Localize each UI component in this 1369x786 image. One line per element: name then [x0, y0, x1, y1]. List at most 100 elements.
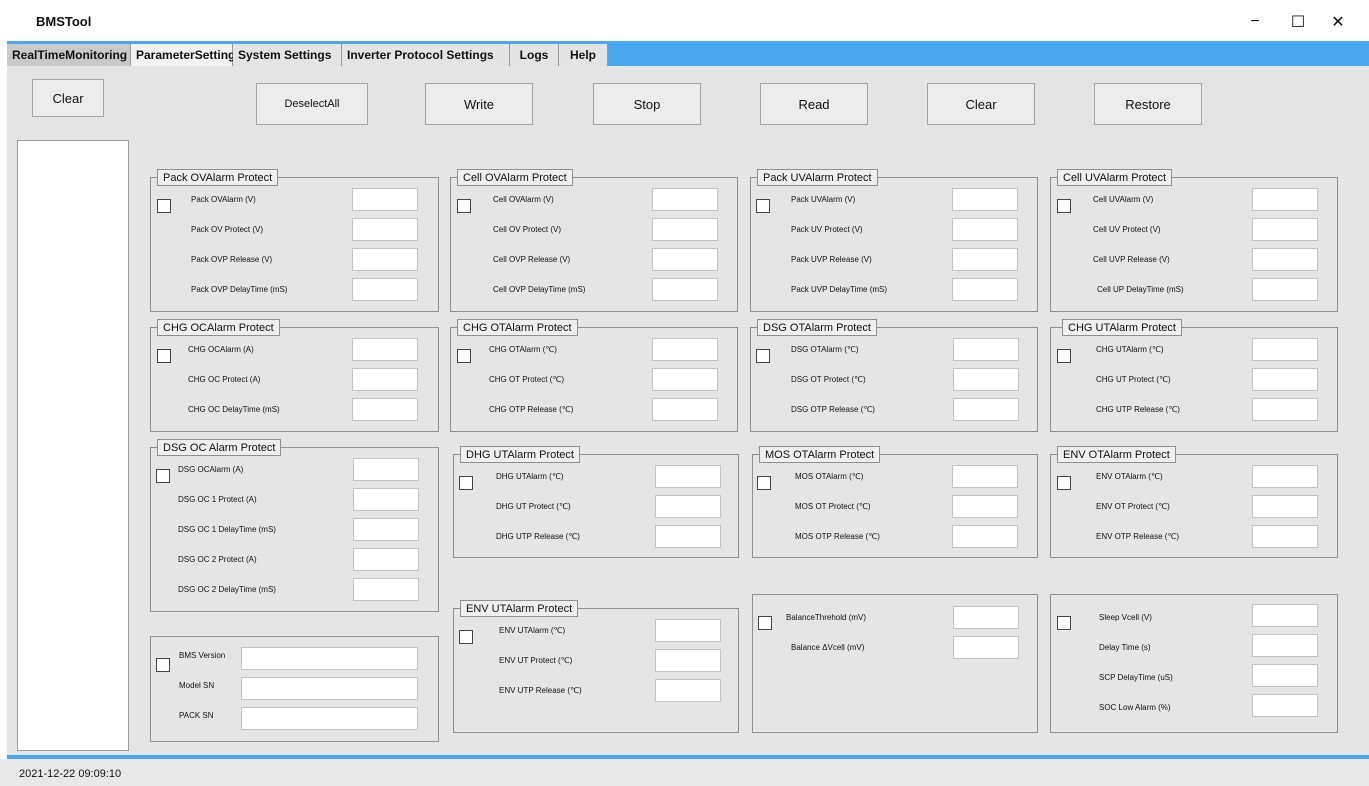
- value-input[interactable]: [352, 278, 418, 301]
- value-input[interactable]: [1252, 368, 1318, 391]
- value-input[interactable]: [953, 368, 1019, 391]
- tab-logs[interactable]: Logs: [510, 44, 559, 66]
- value-input[interactable]: [1252, 218, 1318, 241]
- value-input[interactable]: [353, 458, 419, 481]
- value-input[interactable]: [652, 188, 718, 211]
- value-input[interactable]: [655, 649, 721, 672]
- value-input[interactable]: [1252, 664, 1318, 687]
- group-checkbox[interactable]: [157, 349, 171, 363]
- value-input[interactable]: [1252, 278, 1318, 301]
- clear-button[interactable]: Clear: [927, 83, 1035, 125]
- deselect-all-button[interactable]: DeselectAll: [256, 83, 368, 125]
- value-input[interactable]: [952, 465, 1018, 488]
- tab-parameter-setting[interactable]: ParameterSetting: [131, 44, 235, 66]
- value-input[interactable]: [652, 368, 718, 391]
- value-input[interactable]: [1252, 188, 1318, 211]
- value-input[interactable]: [952, 188, 1018, 211]
- value-input[interactable]: [352, 398, 418, 421]
- group-checkbox[interactable]: [156, 658, 170, 672]
- value-input[interactable]: [352, 218, 418, 241]
- value-input[interactable]: [952, 278, 1018, 301]
- value-input[interactable]: [1252, 634, 1318, 657]
- value-input[interactable]: [1252, 398, 1318, 421]
- value-input[interactable]: [353, 548, 419, 571]
- value-input[interactable]: [1252, 525, 1318, 548]
- restore-button[interactable]: Restore: [1094, 83, 1202, 125]
- value-input[interactable]: [652, 248, 718, 271]
- value-input[interactable]: [952, 495, 1018, 518]
- value-input[interactable]: [652, 218, 718, 241]
- tab-inverter-protocol-settings[interactable]: Inverter Protocol Settings: [342, 44, 510, 66]
- value-input[interactable]: [1252, 248, 1318, 271]
- group-checkbox[interactable]: [757, 476, 771, 490]
- row-label: MOS OTAlarm (℃): [795, 472, 864, 481]
- value-input[interactable]: [655, 679, 721, 702]
- group-checkbox[interactable]: [459, 630, 473, 644]
- group-checkbox[interactable]: [457, 349, 471, 363]
- value-input[interactable]: [952, 248, 1018, 271]
- row-label: Pack UVAlarm (V): [791, 195, 856, 204]
- bms-version-field[interactable]: [241, 647, 418, 670]
- value-input[interactable]: [953, 606, 1019, 629]
- version-group: BMS Version Model SN PACK SN: [150, 636, 439, 742]
- value-input[interactable]: [655, 495, 721, 518]
- row-label: Cell UVP Release (V): [1093, 255, 1170, 264]
- value-input[interactable]: [1252, 338, 1318, 361]
- group-checkbox[interactable]: [1057, 476, 1071, 490]
- group-title: CHG OTAlarm Protect: [457, 319, 578, 336]
- value-input[interactable]: [652, 398, 718, 421]
- value-input[interactable]: [655, 465, 721, 488]
- value-input[interactable]: [353, 488, 419, 511]
- model-sn-field[interactable]: [241, 677, 418, 700]
- value-input[interactable]: [1252, 694, 1318, 717]
- value-input[interactable]: [352, 248, 418, 271]
- left-clear-button[interactable]: Clear: [32, 79, 104, 117]
- row-label: ENV OTP Release (℃): [1096, 532, 1180, 541]
- value-input[interactable]: [953, 338, 1019, 361]
- value-input[interactable]: [352, 338, 418, 361]
- stop-button[interactable]: Stop: [593, 83, 701, 125]
- value-input[interactable]: [353, 578, 419, 601]
- group-checkbox[interactable]: [459, 476, 473, 490]
- value-input[interactable]: [352, 368, 418, 391]
- value-input[interactable]: [655, 525, 721, 548]
- group-checkbox[interactable]: [756, 199, 770, 213]
- value-input[interactable]: [952, 218, 1018, 241]
- group-checkbox[interactable]: [756, 349, 770, 363]
- group-checkbox[interactable]: [457, 199, 471, 213]
- group-title: DHG UTAlarm Protect: [460, 446, 580, 463]
- group-checkbox[interactable]: [1057, 349, 1071, 363]
- group-checkbox[interactable]: [1057, 616, 1071, 630]
- tab-system-settings[interactable]: System Settings: [233, 44, 342, 66]
- row-label: Pack UVP Release (V): [791, 255, 872, 264]
- value-input[interactable]: [953, 636, 1019, 659]
- value-input[interactable]: [353, 518, 419, 541]
- value-input[interactable]: [1252, 465, 1318, 488]
- maximize-button[interactable]: ☐: [1284, 8, 1312, 36]
- value-input[interactable]: [652, 338, 718, 361]
- row-label: Cell OVP DelayTime (mS): [493, 285, 586, 294]
- value-input[interactable]: [1252, 604, 1318, 627]
- row-label: ENV OTAlarm (℃): [1096, 472, 1163, 481]
- value-input[interactable]: [652, 278, 718, 301]
- group-checkbox[interactable]: [758, 616, 772, 630]
- value-input[interactable]: [655, 619, 721, 642]
- pack-sn-field[interactable]: [241, 707, 418, 730]
- read-button[interactable]: Read: [760, 83, 868, 125]
- tab-help[interactable]: Help: [559, 44, 608, 66]
- group-checkbox[interactable]: [1057, 199, 1071, 213]
- value-input[interactable]: [953, 398, 1019, 421]
- row-label: DSG OC 2 DelayTime (mS): [178, 585, 276, 594]
- group-checkbox[interactable]: [157, 199, 171, 213]
- group-checkbox[interactable]: [156, 469, 170, 483]
- write-button[interactable]: Write: [425, 83, 533, 125]
- row-label: ENV UTP Release (℃): [499, 686, 582, 695]
- value-input[interactable]: [352, 188, 418, 211]
- value-input[interactable]: [952, 525, 1018, 548]
- value-input[interactable]: [1252, 495, 1318, 518]
- cell-ov-group: Cell OVAlarm Protect Cell OVAlarm (V) Ce…: [450, 169, 738, 312]
- tab-realtime-monitoring[interactable]: RealTimeMonitoring: [7, 44, 131, 66]
- minimize-button[interactable]: −: [1241, 8, 1269, 36]
- close-button[interactable]: ✕: [1324, 8, 1352, 36]
- left-list-panel[interactable]: [17, 140, 129, 751]
